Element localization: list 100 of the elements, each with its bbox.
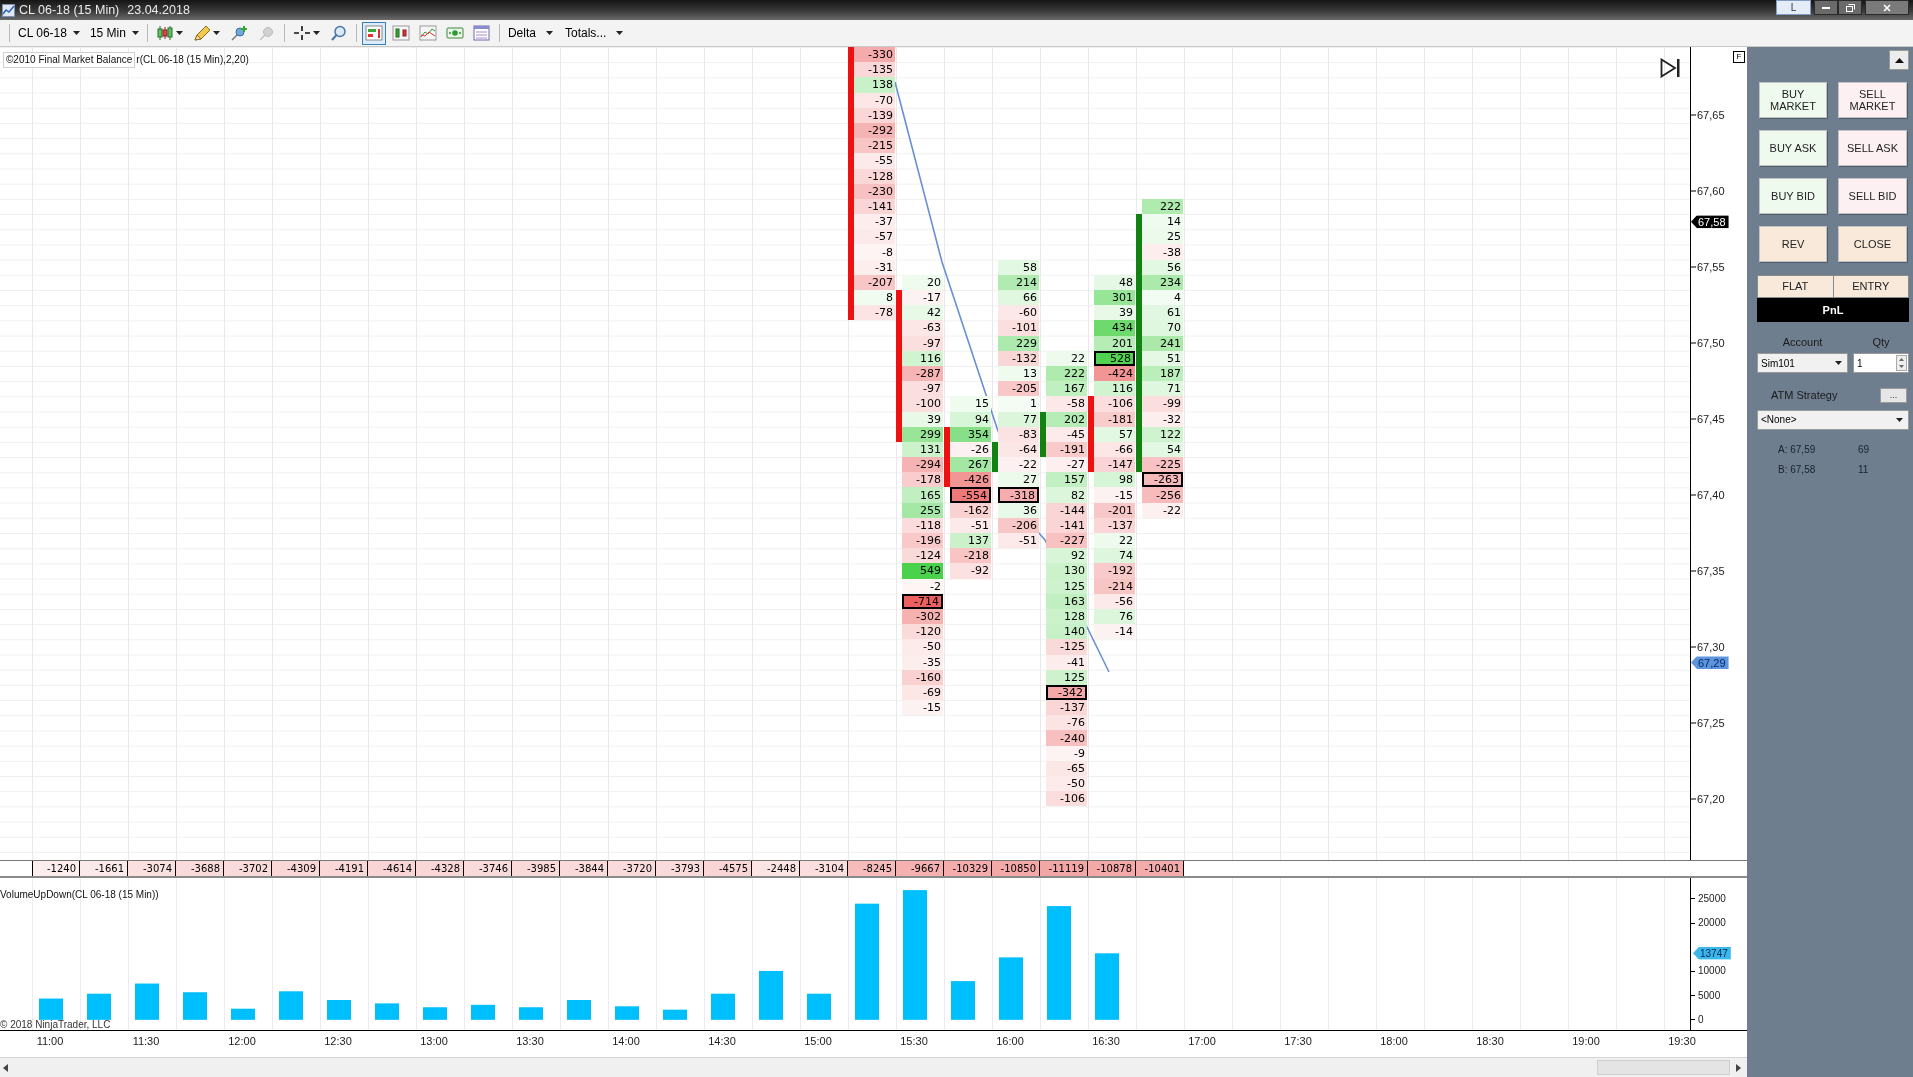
total-cell: -3074 <box>128 861 176 876</box>
volume-marker: 13747 <box>1693 946 1731 960</box>
time-axis-label: 18:30 <box>1476 1036 1504 1047</box>
total-cell: -3720 <box>608 861 656 876</box>
qty-spinner[interactable]: 1 <box>1853 353 1909 373</box>
order-button[interactable]: BUY MARKET <box>1759 82 1827 118</box>
total-cell: -1661 <box>80 861 128 876</box>
horizontal-scrollbar[interactable] <box>0 1057 1747 1077</box>
total-cell: -3746 <box>464 861 512 876</box>
delta-cell: -57 <box>854 229 895 245</box>
banknote-icon <box>445 25 464 41</box>
delta-cell: -63 <box>902 320 943 336</box>
quote-price: B: 67,58 <box>1777 463 1817 476</box>
delta-cell: 130 <box>1046 563 1087 579</box>
delta-cell: -256 <box>1142 487 1183 503</box>
delta-cell: -426 <box>950 472 991 488</box>
order-button[interactable]: BUY ASK <box>1759 130 1827 166</box>
delta-cell: -225 <box>1142 457 1183 473</box>
time-axis-label: 19:30 <box>1668 1036 1696 1047</box>
caret-down-icon <box>175 31 183 35</box>
delta-cell: 48 <box>1094 274 1135 290</box>
data-box-icon <box>472 25 491 41</box>
account-dropdown[interactable]: Sim101 <box>1757 353 1848 373</box>
order-button[interactable]: CLOSE <box>1838 226 1907 262</box>
scroll-right-icon[interactable] <box>1736 1063 1741 1072</box>
minimize-button[interactable] <box>1814 0 1838 15</box>
scroll-left-icon[interactable] <box>3 1063 8 1072</box>
time-axis-label: 16:00 <box>996 1036 1024 1047</box>
total-cell: -4614 <box>368 861 416 876</box>
order-button[interactable]: SELL ASK <box>1838 130 1907 166</box>
axis-toggle-button[interactable]: F <box>1733 51 1745 63</box>
toolbar-button[interactable] <box>361 21 386 45</box>
scrollbar-thumb[interactable] <box>1597 1060 1730 1075</box>
delta-cell: -27 <box>1046 457 1087 473</box>
volume-bar <box>39 998 63 1020</box>
total-cell: -11119 <box>1040 861 1088 876</box>
window-title: CL 06-18 (15 Min) <box>19 1 120 19</box>
time-axis-label: 18:00 <box>1380 1036 1408 1047</box>
quote-price: A: 67,59 <box>1777 443 1817 456</box>
volume-bar <box>951 981 975 1020</box>
collapse-button[interactable] <box>1889 50 1909 70</box>
spinner-arrows-icon[interactable] <box>1896 355 1907 371</box>
delta-cell: 74 <box>1094 548 1135 564</box>
atm-options-button[interactable]: ... <box>1880 387 1907 403</box>
order-button[interactable]: BUY BID <box>1759 178 1827 214</box>
delta-cell: 4 <box>1142 290 1183 306</box>
total-cell: -4309 <box>272 861 320 876</box>
price-label: 67,40 <box>1691 489 1725 501</box>
caret-down-icon <box>312 31 320 35</box>
time-axis-label: 19:00 <box>1572 1036 1600 1047</box>
link-button[interactable]: L <box>1776 0 1811 15</box>
delta-cell: -51 <box>998 533 1039 549</box>
caret-down-icon <box>212 31 220 35</box>
delta-cell: 39 <box>1094 305 1135 321</box>
close-button[interactable] <box>1865 0 1909 15</box>
delta-cell: 42 <box>902 305 943 321</box>
indicator-dropdown[interactable]: Delta <box>504 24 556 42</box>
volume-axis-label: 25000 <box>1691 893 1726 904</box>
instrument-dropdown[interactable]: CL 06-18 <box>15 24 83 42</box>
interval-dropdown[interactable]: 15 Min <box>86 24 142 42</box>
volume-bar <box>615 1006 639 1020</box>
order-button[interactable]: SELL MARKET <box>1838 82 1907 118</box>
delta-cell: 25 <box>1142 229 1183 245</box>
volume-bar <box>711 993 735 1020</box>
price-marker: 67,58 <box>1691 215 1729 229</box>
delta-cell: -101 <box>998 320 1039 336</box>
delta-cell: -50 <box>902 639 943 655</box>
volume-bar <box>807 993 831 1020</box>
delta-cell: -60 <box>998 305 1039 321</box>
order-button[interactable]: SELL BID <box>1838 178 1907 214</box>
entry-price-label: ENTRY <box>1851 279 1891 295</box>
delta-cell: 434 <box>1094 320 1135 336</box>
delta-cell: -125 <box>1046 639 1087 655</box>
preset-dropdown[interactable]: Totals... <box>561 24 627 42</box>
total-cell: -3702 <box>224 861 272 876</box>
delta-cell: -58 <box>1046 396 1087 412</box>
volume-bar <box>183 992 207 1020</box>
restore-icon <box>1845 3 1855 12</box>
delta-cell: 14 <box>1142 214 1183 230</box>
skip-to-end-icon[interactable] <box>1660 58 1681 78</box>
caret-down-icon <box>1896 417 1903 422</box>
delta-cell: -15 <box>1094 487 1135 503</box>
total-cell: -2448 <box>752 861 800 876</box>
volume-bar <box>1095 953 1119 1020</box>
atm-strategy-dropdown[interactable]: <None> <box>1757 409 1909 430</box>
time-axis-label: 12:00 <box>228 1036 256 1047</box>
order-button[interactable]: REV <box>1759 226 1827 262</box>
delta-cell: 70 <box>1142 320 1183 336</box>
price-label: 67,20 <box>1691 793 1725 805</box>
account-label: Account <box>1781 335 1824 349</box>
delta-cell: 82 <box>1046 487 1087 503</box>
restore-button[interactable] <box>1838 0 1862 15</box>
delta-cell: 157 <box>1046 472 1087 488</box>
indicator-badge: ©2010 Final Market Balance <box>3 52 136 68</box>
delta-cell: -106 <box>1046 791 1087 807</box>
delta-cell: -17 <box>902 290 943 306</box>
price-label: 67,65 <box>1691 109 1725 121</box>
caret-down-icon <box>545 31 553 35</box>
price-label: 67,30 <box>1691 641 1725 653</box>
price-label: 67,50 <box>1691 337 1725 349</box>
